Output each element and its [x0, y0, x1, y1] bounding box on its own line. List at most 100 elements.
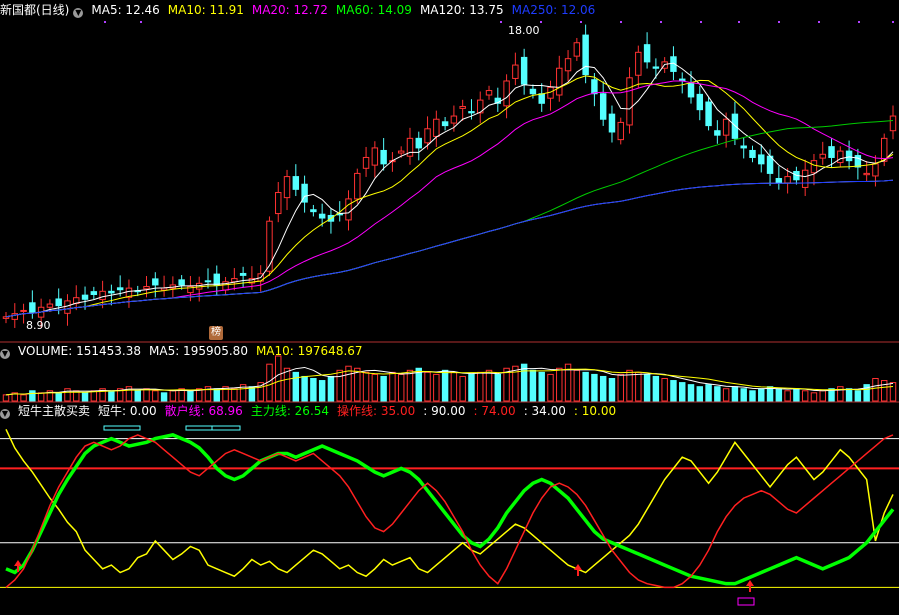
volume-bar — [380, 375, 387, 402]
buy-arrow — [574, 564, 582, 576]
volume-panel — [2, 355, 897, 402]
top-marker — [104, 21, 106, 23]
volume-bar — [749, 390, 756, 402]
volume-bar — [459, 375, 466, 402]
stock-chart[interactable]: 18.00 8.90 — [0, 0, 899, 615]
volume-bar — [810, 392, 818, 402]
volume-bar — [670, 380, 677, 402]
candle-down — [775, 178, 783, 184]
volume-bar — [503, 367, 510, 402]
candle-up — [143, 286, 150, 290]
candle-up — [889, 115, 897, 132]
high-price-label: 18.00 — [508, 24, 540, 37]
volume-bar — [169, 390, 177, 402]
candle-down — [520, 56, 528, 85]
candle-down — [415, 137, 422, 149]
candle-up — [880, 137, 888, 162]
candle-up — [354, 172, 361, 200]
volume-bar — [134, 390, 141, 402]
candle-up — [362, 156, 370, 169]
candle-up — [626, 77, 633, 126]
candle-down — [714, 130, 721, 136]
series-line-操作线 — [5, 434, 894, 589]
candle-down — [758, 154, 765, 165]
candle-up — [424, 128, 431, 144]
volume-bar — [310, 378, 317, 402]
top-marker — [858, 21, 860, 23]
candle-down — [318, 213, 326, 219]
top-marker — [140, 21, 142, 23]
volume-bar — [2, 394, 10, 402]
volume-bar — [520, 363, 528, 402]
volume-bar — [187, 390, 194, 402]
volume-bar — [758, 388, 765, 402]
volume-bar — [283, 367, 291, 402]
volume-bar — [301, 375, 308, 402]
candle-up — [573, 42, 581, 57]
candle-up — [810, 160, 818, 174]
volume-bar — [801, 390, 809, 402]
volume-bar — [275, 355, 282, 402]
candle-up — [371, 147, 379, 166]
top-marker — [540, 21, 542, 23]
ma20-line — [5, 80, 894, 318]
signal-marker — [103, 425, 141, 431]
candle-down — [591, 79, 598, 95]
volume-bar — [55, 392, 62, 402]
volume-bar — [679, 382, 686, 402]
volume-bar — [591, 373, 598, 402]
candle-up — [801, 169, 809, 188]
top-marker — [700, 21, 702, 23]
volume-bar — [371, 373, 379, 402]
candle-down — [749, 149, 756, 158]
volume-bar — [731, 386, 739, 402]
volume-bar — [854, 390, 862, 402]
candle-down — [854, 155, 862, 168]
volume-bar — [687, 384, 695, 402]
candle-down — [828, 146, 835, 158]
volume-bar — [213, 388, 220, 402]
volume-bar — [617, 373, 624, 402]
volume-bar — [406, 369, 414, 402]
volume-bar — [248, 386, 256, 402]
candle-down — [696, 93, 704, 111]
candle-up — [266, 220, 273, 272]
volume-bar — [450, 371, 458, 402]
volume-bar — [599, 375, 607, 402]
candle-up — [485, 90, 493, 96]
candle-down — [441, 121, 449, 127]
candle-up — [863, 172, 870, 176]
candle-up — [512, 64, 519, 79]
volume-bar — [845, 388, 853, 402]
candle-down — [108, 290, 115, 294]
candle-up — [46, 303, 54, 308]
ma250-line — [5, 179, 894, 318]
volume-bar — [643, 373, 651, 402]
candle-down — [90, 291, 98, 296]
candle-down — [152, 278, 159, 286]
candle-down — [55, 298, 62, 307]
candle-up — [617, 121, 624, 141]
volume-bar — [468, 373, 475, 402]
volume-bar — [872, 378, 879, 402]
volume-bar — [397, 373, 405, 402]
candle-down — [468, 111, 475, 114]
candle-up — [283, 176, 291, 199]
volume-bar — [714, 386, 721, 402]
volume-bar — [880, 380, 888, 402]
volume-bar — [635, 371, 642, 402]
candle-down — [380, 149, 387, 165]
volume-bar — [64, 388, 71, 402]
candle-up — [784, 176, 791, 184]
candle-down — [81, 294, 89, 300]
top-marker — [818, 21, 820, 23]
candle-down — [845, 150, 853, 162]
volume-bar — [819, 390, 826, 402]
top-marker — [620, 21, 622, 23]
signal-marker — [211, 425, 241, 431]
volume-bar — [485, 369, 493, 402]
volume-bar — [415, 367, 422, 402]
top-marker — [892, 21, 894, 23]
candle-up — [503, 80, 510, 107]
candle-up — [459, 105, 466, 109]
